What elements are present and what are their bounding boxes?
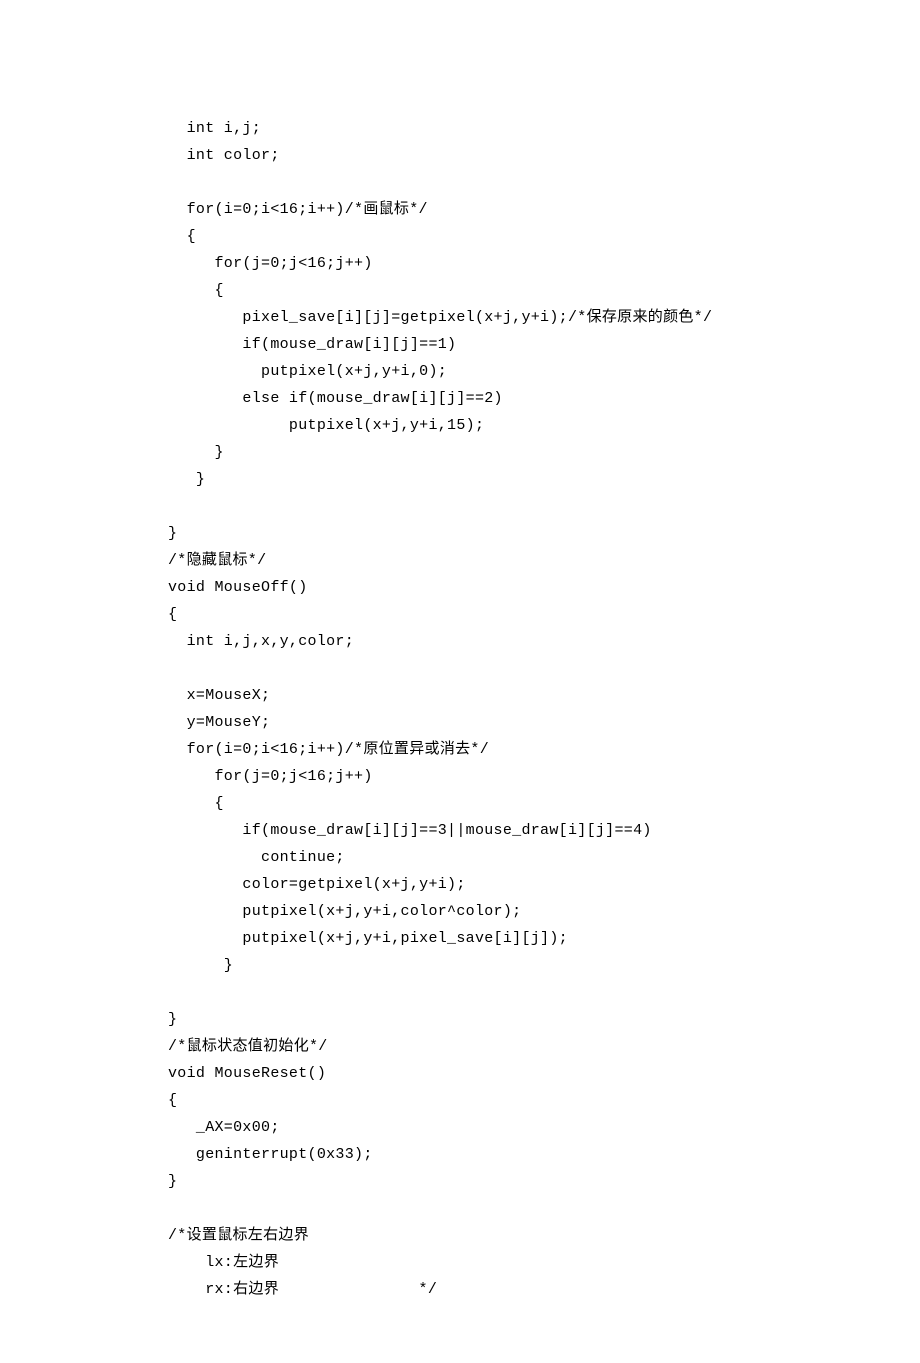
code-line: rx:右边界 */ bbox=[168, 1276, 752, 1303]
code-line: /*鼠标状态值初始化*/ bbox=[168, 1033, 752, 1060]
code-line: void MouseReset() bbox=[168, 1060, 752, 1087]
code-line: } bbox=[168, 439, 752, 466]
code-line: for(j=0;j<16;j++) bbox=[168, 763, 752, 790]
code-line: /*隐藏鼠标*/ bbox=[168, 547, 752, 574]
code-line: color=getpixel(x+j,y+i); bbox=[168, 871, 752, 898]
code-line: /*设置鼠标左右边界 bbox=[168, 1222, 752, 1249]
code-line: continue; bbox=[168, 844, 752, 871]
code-line: int i,j,x,y,color; bbox=[168, 628, 752, 655]
code-line: { bbox=[168, 223, 752, 250]
blank-line bbox=[168, 493, 752, 520]
code-line: for(i=0;i<16;i++)/*画鼠标*/ bbox=[168, 196, 752, 223]
code-line: { bbox=[168, 790, 752, 817]
code-line: putpixel(x+j,y+i,15); bbox=[168, 412, 752, 439]
code-line: pixel_save[i][j]=getpixel(x+j,y+i);/*保存原… bbox=[168, 304, 752, 331]
code-line: putpixel(x+j,y+i,pixel_save[i][j]); bbox=[168, 925, 752, 952]
code-line: geninterrupt(0x33); bbox=[168, 1141, 752, 1168]
code-line: } bbox=[168, 466, 752, 493]
document-page: int i,j; int color; for(i=0;i<16;i++)/*画… bbox=[0, 0, 752, 1363]
blank-line bbox=[168, 1195, 752, 1222]
code-line: } bbox=[168, 520, 752, 547]
code-line: for(i=0;i<16;i++)/*原位置异或消去*/ bbox=[168, 736, 752, 763]
blank-line bbox=[168, 655, 752, 682]
code-line: int color; bbox=[168, 142, 752, 169]
code-line: if(mouse_draw[i][j]==3||mouse_draw[i][j]… bbox=[168, 817, 752, 844]
code-line: } bbox=[168, 1006, 752, 1033]
code-line: if(mouse_draw[i][j]==1) bbox=[168, 331, 752, 358]
code-line: void MouseOff() bbox=[168, 574, 752, 601]
code-line: _AX=0x00; bbox=[168, 1114, 752, 1141]
code-line: putpixel(x+j,y+i,color^color); bbox=[168, 898, 752, 925]
code-line: int i,j; bbox=[168, 115, 752, 142]
code-line: else if(mouse_draw[i][j]==2) bbox=[168, 385, 752, 412]
code-line: x=MouseX; bbox=[168, 682, 752, 709]
code-line: y=MouseY; bbox=[168, 709, 752, 736]
code-line: } bbox=[168, 952, 752, 979]
code-line: for(j=0;j<16;j++) bbox=[168, 250, 752, 277]
code-block: int i,j; int color; for(i=0;i<16;i++)/*画… bbox=[168, 115, 752, 1303]
code-line: putpixel(x+j,y+i,0); bbox=[168, 358, 752, 385]
code-line: lx:左边界 bbox=[168, 1249, 752, 1276]
code-line: { bbox=[168, 601, 752, 628]
blank-line bbox=[168, 979, 752, 1006]
code-line: { bbox=[168, 277, 752, 304]
code-line: } bbox=[168, 1168, 752, 1195]
code-line: { bbox=[168, 1087, 752, 1114]
blank-line bbox=[168, 169, 752, 196]
